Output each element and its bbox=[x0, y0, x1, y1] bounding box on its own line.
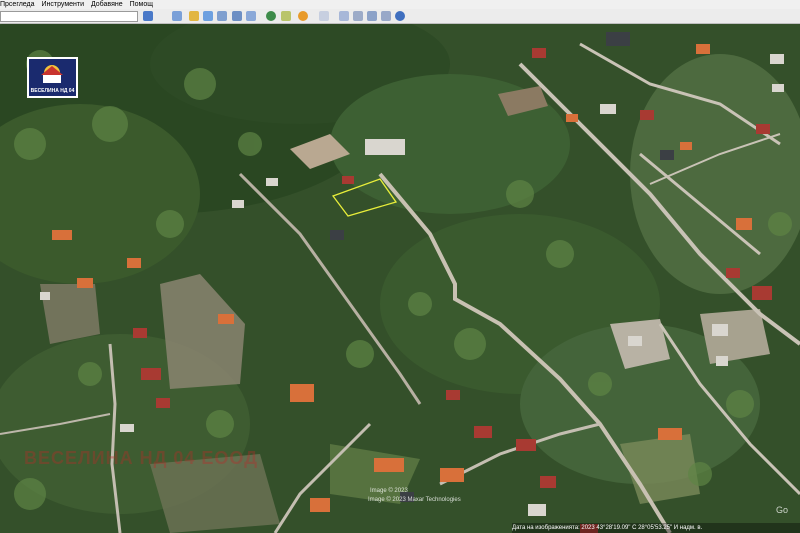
google-logo: Go bbox=[776, 505, 789, 515]
imagery-credit-1: Image © 2023 bbox=[370, 488, 408, 494]
tour-icon[interactable] bbox=[246, 11, 256, 21]
status-bar: Дата на изображенията: 2023 43°28'19.09"… bbox=[512, 523, 800, 533]
sun-icon[interactable] bbox=[298, 11, 308, 21]
save-image-icon[interactable] bbox=[367, 11, 377, 21]
search-icon[interactable] bbox=[143, 11, 153, 21]
print-icon[interactable] bbox=[353, 11, 363, 21]
email-icon[interactable] bbox=[339, 11, 349, 21]
overlay-icon[interactable] bbox=[232, 11, 242, 21]
polygon-icon[interactable] bbox=[203, 11, 213, 21]
ruler-icon[interactable] bbox=[319, 11, 329, 21]
placemark-icon[interactable] bbox=[189, 11, 199, 21]
company-logo: ВЕСЕЛИНА НД 04 bbox=[27, 57, 78, 98]
history-icon[interactable] bbox=[281, 11, 291, 21]
satellite-map[interactable]: ВЕСЕЛИНА НД 04 ВЕСЕЛИНА НД 04 ЕООД Image… bbox=[0, 24, 800, 533]
sky-icon[interactable] bbox=[266, 11, 276, 21]
menu-help[interactable]: Помощ bbox=[130, 0, 158, 9]
search-input[interactable] bbox=[0, 11, 138, 22]
imagery-credit-2: Image © 2023 Maxar Technologies bbox=[368, 497, 461, 503]
maps-icon[interactable] bbox=[381, 11, 391, 21]
earth-icon[interactable] bbox=[395, 11, 405, 21]
toolbar bbox=[0, 9, 800, 24]
menu-bar: Прсегледа Инструменти Добавяне Помощ bbox=[0, 0, 800, 9]
menu-view[interactable]: Прсегледа bbox=[0, 0, 40, 9]
menu-add[interactable]: Добавяне bbox=[91, 0, 128, 9]
sidebar-icon[interactable] bbox=[172, 11, 182, 21]
path-icon[interactable] bbox=[217, 11, 227, 21]
watermark-text: ВЕСЕЛИНА НД 04 ЕООД bbox=[24, 448, 259, 468]
menu-tools[interactable]: Инструменти bbox=[41, 0, 89, 9]
